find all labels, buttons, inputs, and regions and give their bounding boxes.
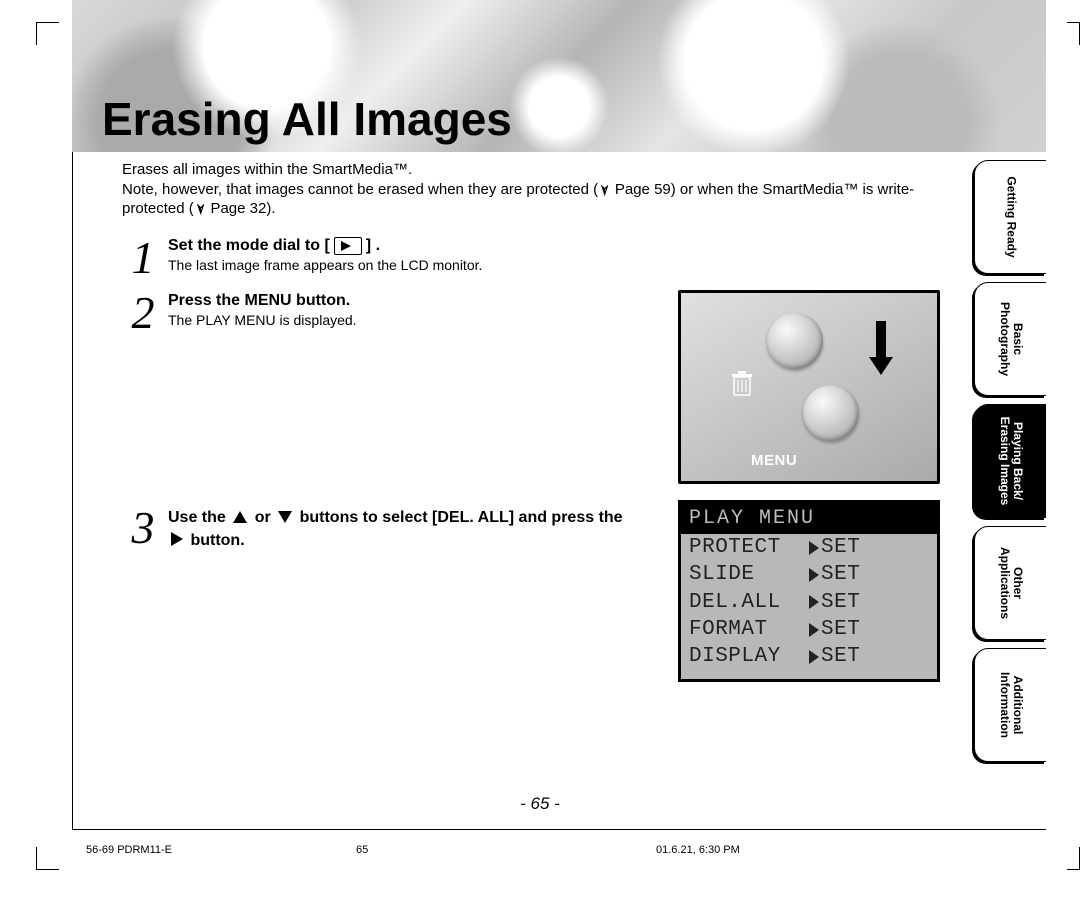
page-number: - 65 - <box>0 794 1080 814</box>
page-title: Erasing All Images <box>102 92 512 146</box>
lcd-row: DISPLAY SET <box>681 643 937 670</box>
step-1-head-after: ] . <box>366 237 380 255</box>
lcd-row-key: PROTECT <box>689 534 809 561</box>
lcd-row-val: SET <box>821 643 860 670</box>
intro-text: Erases all images within the SmartMedia™… <box>122 160 942 219</box>
page-frame-bottom <box>72 829 1046 830</box>
step-1-head: Set the mode dial to [ ] . <box>168 237 482 255</box>
footer-page: 65 <box>356 844 656 856</box>
step-2-head-text: Press the MENU button. <box>168 292 350 310</box>
right-arrow-icon <box>171 532 183 546</box>
intro-line1: Erases all images within the SmartMedia™… <box>122 161 412 178</box>
lcd-row: PROTECT SET <box>681 534 937 561</box>
step-1-head-before: Set the mode dial to [ <box>168 237 330 255</box>
step-number: 1 <box>122 237 164 278</box>
camera-arrow-down-icon <box>869 321 893 380</box>
right-arrow-icon <box>809 623 819 637</box>
camera-menu-label: MENU <box>751 452 797 469</box>
step-1: 1 Set the mode dial to [ ] . The last im… <box>122 237 692 278</box>
lcd-rows: PROTECTSETSLIDESETDEL.ALLSETFORMATSETDIS… <box>681 534 937 670</box>
section-tab-label: OtherApplications <box>997 523 1023 643</box>
lcd-play-menu: PLAY MENU PROTECTSETSLIDESETDEL.ALLSETFO… <box>678 500 940 682</box>
step-1-sub: The last image frame appears on the LCD … <box>168 257 482 273</box>
camera-menu-button <box>803 385 859 441</box>
right-arrow-icon <box>809 541 819 555</box>
section-tab[interactable]: Getting Ready <box>974 160 1046 274</box>
lcd-row-key: SLIDE <box>689 561 809 588</box>
trash-icon <box>731 371 753 397</box>
camera-erase-button <box>767 313 823 369</box>
lcd-header: PLAY MENU <box>681 503 937 534</box>
lcd-row-val: SET <box>821 616 860 643</box>
right-arrow-icon <box>809 595 819 609</box>
step-2: 2 Press the MENU button. The PLAY MENU i… <box>122 292 692 333</box>
step-2-head: Press the MENU button. <box>168 292 357 310</box>
section-tab-label: AdditionalInformation <box>997 645 1023 765</box>
section-tabs: Getting Ready BasicPhotographyPlaying Bac… <box>974 160 1046 770</box>
page-frame-left <box>72 52 73 830</box>
down-arrow-icon <box>278 511 292 523</box>
section-tab-label: BasicPhotography <box>997 279 1023 399</box>
lcd-row-val: SET <box>821 589 860 616</box>
lcd-row-key: DEL.ALL <box>689 589 809 616</box>
step-number: 2 <box>122 292 164 333</box>
step-number: 3 <box>122 507 164 548</box>
camera-photo: MENU <box>678 290 940 484</box>
play-mode-icon <box>334 237 362 255</box>
right-arrow-icon <box>809 568 819 582</box>
footer-timestamp: 01.6.21, 6:30 PM <box>656 844 1032 856</box>
lcd-row-val: SET <box>821 534 860 561</box>
step-3: 3 Use the or buttons to select [DEL. ALL… <box>122 507 692 552</box>
lcd-row-key: FORMAT <box>689 616 809 643</box>
page-ref-icon: ➢ <box>190 202 210 215</box>
page-ref-icon: ➢ <box>595 183 615 196</box>
lcd-row-val: SET <box>821 561 860 588</box>
section-tab-label: Getting Ready <box>1004 157 1017 277</box>
cropmark-br <box>1067 847 1080 870</box>
intro-line2c: Page 32). <box>206 200 275 217</box>
footer-file: 56-69 PDRM11-E <box>86 844 356 856</box>
cropmark-tl <box>36 22 59 45</box>
lcd-row: FORMAT SET <box>681 616 937 643</box>
lcd-row: SLIDE SET <box>681 561 937 588</box>
lcd-row-key: DISPLAY <box>689 643 809 670</box>
section-tab-label: Playing Back/Erasing Images <box>997 401 1023 521</box>
footer-line: 56-69 PDRM11-E 65 01.6.21, 6:30 PM <box>86 844 1032 856</box>
header-marble: Erasing All Images <box>72 0 1046 152</box>
step-3-text-b: or <box>250 509 275 526</box>
step-3-text-a: Use the <box>168 509 230 526</box>
cropmark-tr <box>1067 22 1080 45</box>
step-2-sub: The PLAY MENU is displayed. <box>168 312 357 328</box>
up-arrow-icon <box>233 511 247 523</box>
section-tab[interactable]: Playing Back/Erasing Images <box>974 404 1046 518</box>
section-tab[interactable]: OtherApplications <box>974 526 1046 640</box>
intro-line2a: Note, however, that images cannot be era… <box>122 181 598 198</box>
step-3-text-d: button. <box>186 532 245 549</box>
section-tab[interactable]: BasicPhotography <box>974 282 1046 396</box>
cropmark-bl <box>36 847 59 870</box>
section-tab[interactable]: AdditionalInformation <box>974 648 1046 762</box>
step-3-head: Use the or buttons to select [DEL. ALL] … <box>168 507 638 552</box>
right-arrow-icon <box>809 650 819 664</box>
lcd-row: DEL.ALL SET <box>681 589 937 616</box>
step-3-text-c: buttons to select [DEL. ALL] and press t… <box>295 509 622 526</box>
